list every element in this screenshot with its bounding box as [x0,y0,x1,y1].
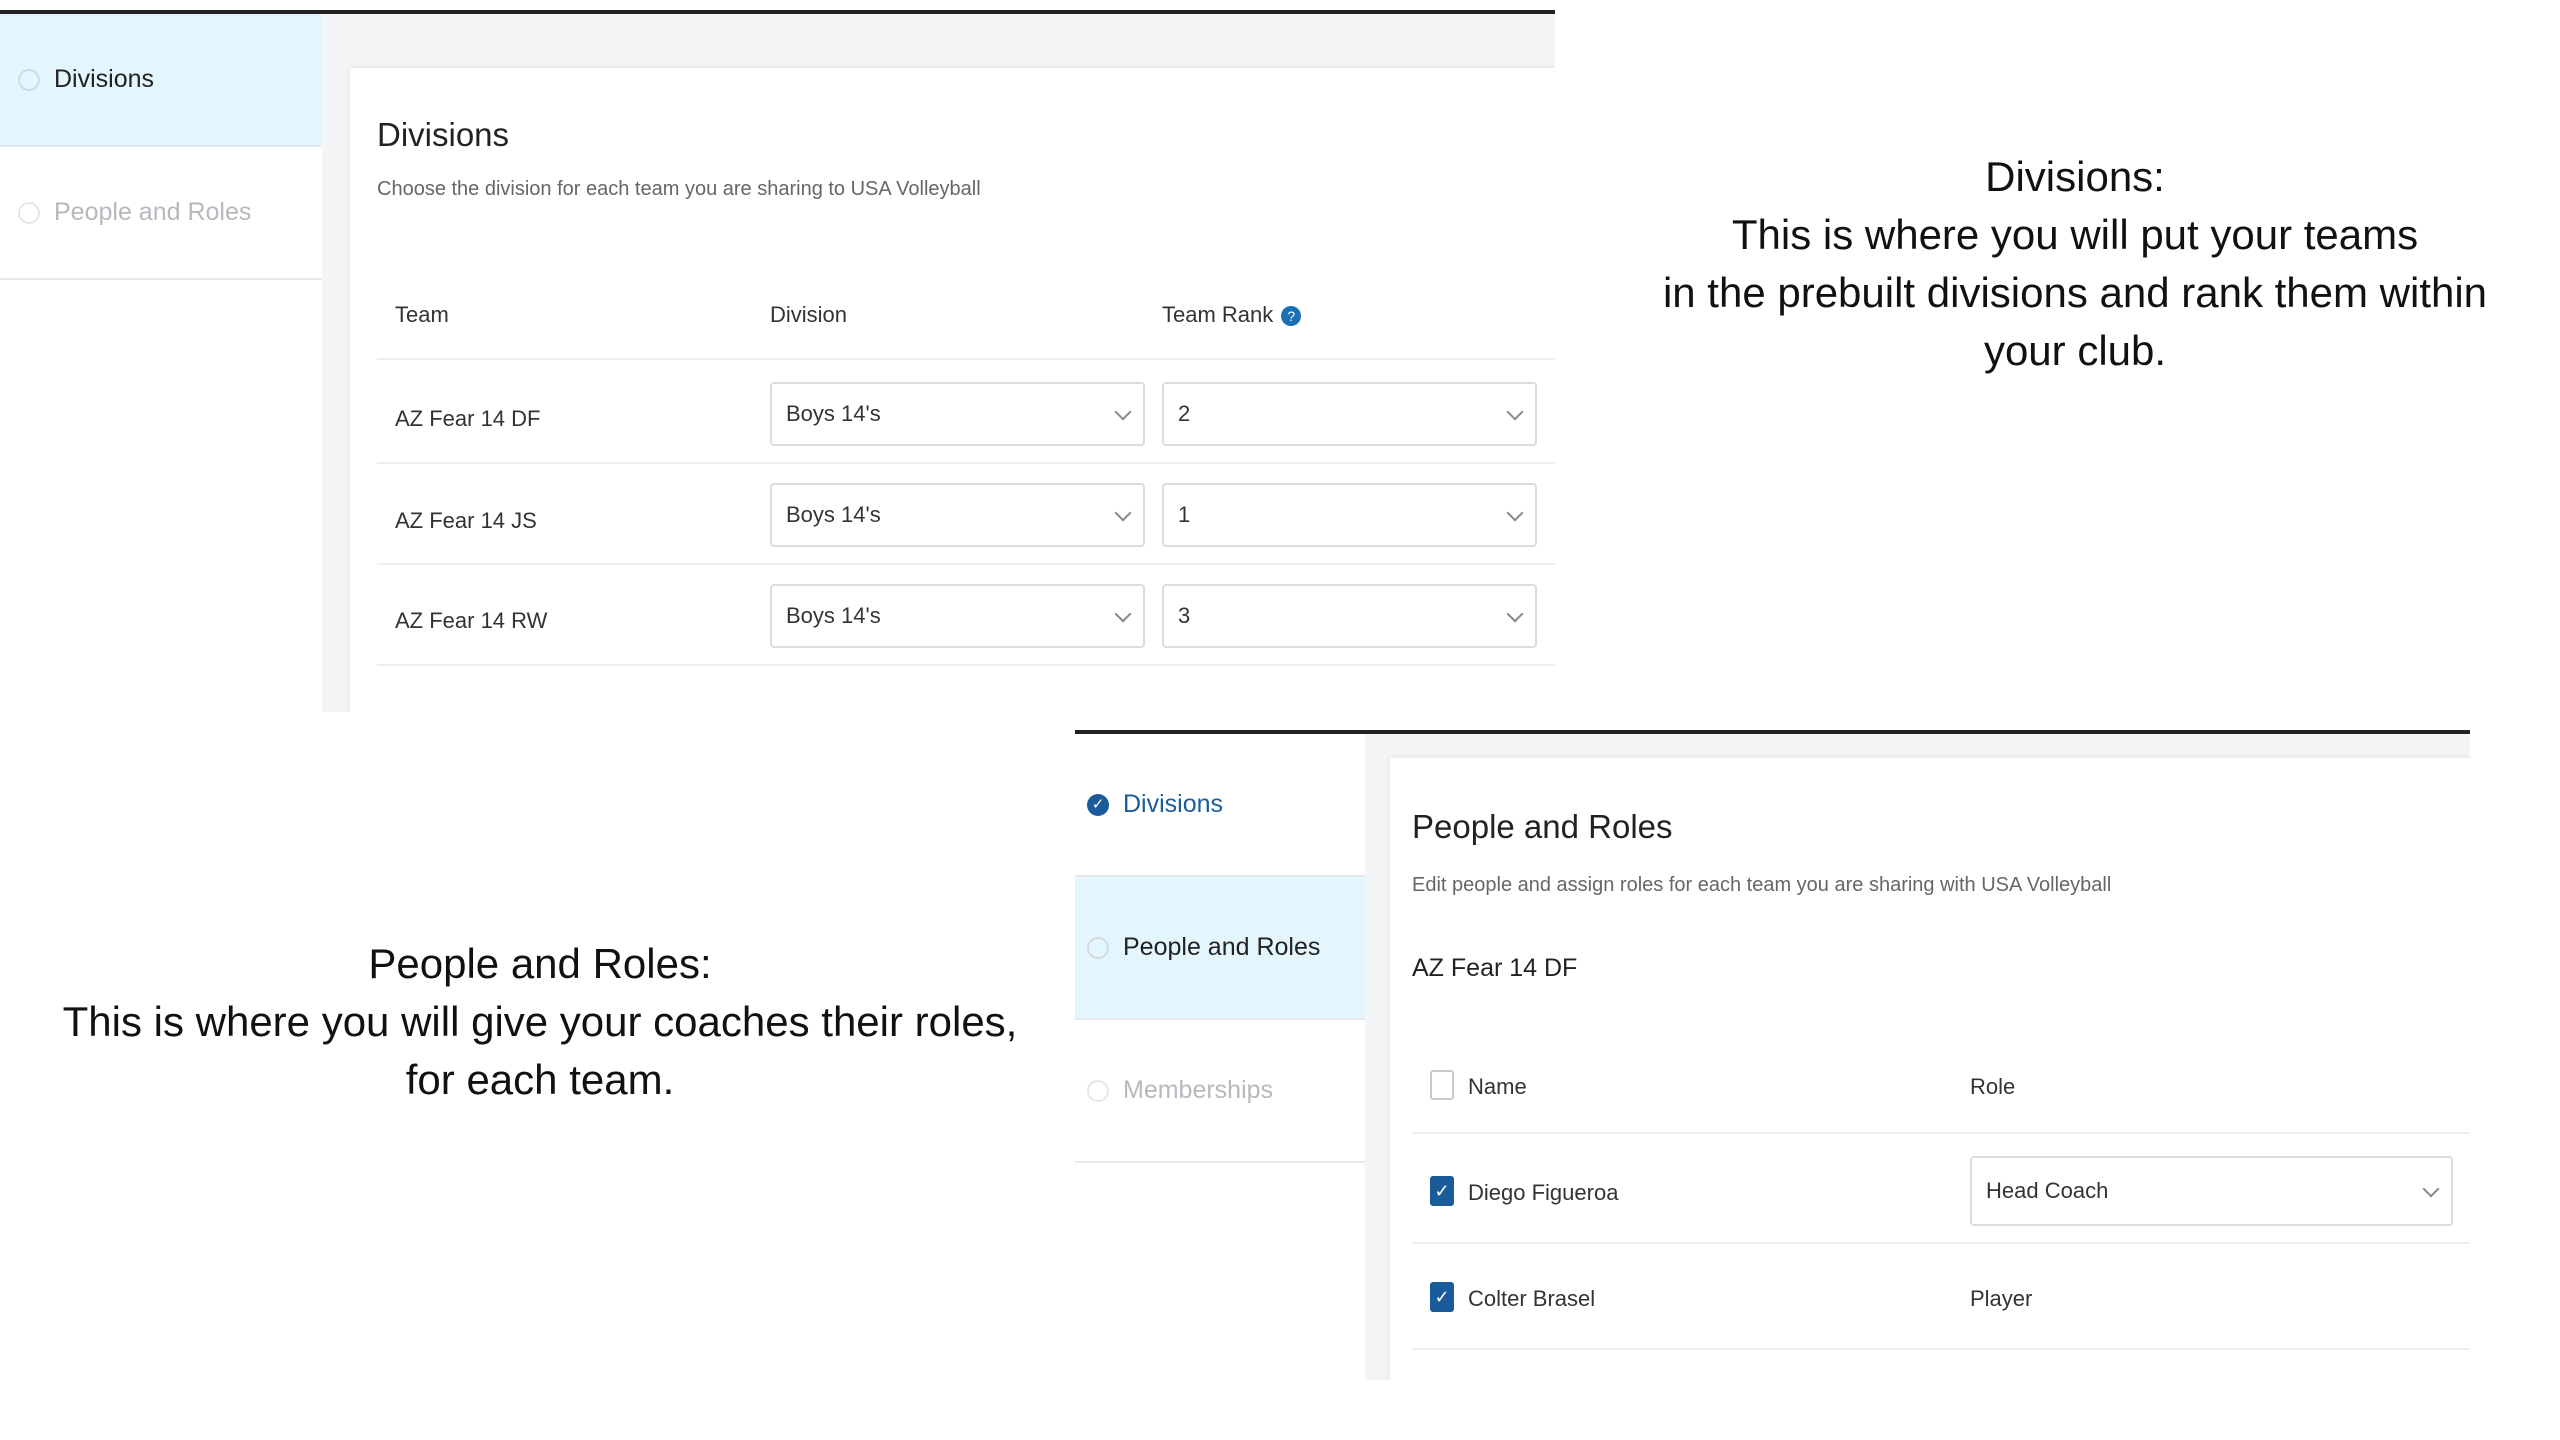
divisions-panel: Divisions Choose the division for each t… [350,68,1555,712]
annotation-line: for each team. [405,1056,675,1103]
division-select[interactable]: Boys 14's [770,584,1145,648]
people-stepper: ✓ Divisions People and Roles Memberships [1075,734,1365,1380]
row-divider [1412,1348,2470,1350]
column-header-role: Role [1970,1074,2016,1099]
step-label: Memberships [1123,1076,1274,1104]
annotation-line: your club. [1983,327,2167,374]
step-divisions[interactable]: ✓ Divisions [1075,734,1365,877]
annotation-line: This is where you will give your coaches… [62,998,1018,1045]
step-memberships[interactable]: Memberships [1075,1020,1365,1163]
step-people-and-roles[interactable]: People and Roles [1075,877,1365,1020]
team-rank-select[interactable]: 3 [1162,584,1537,648]
chevron-down-icon [1506,605,1524,623]
divisions-stepper: Divisions People and Roles [0,14,322,712]
chevron-down-icon [1114,605,1132,623]
team-name: AZ Fear 14 JS [395,508,537,533]
column-header-team-rank: Team Rank? [1162,302,1302,328]
row-divider [377,664,1555,666]
divisions-screenshot: Divisions People and Roles Divisions Cho… [0,10,1555,712]
step-circle-icon [1087,936,1109,959]
role-value: Head Coach [1986,1178,2109,1203]
people-screenshot: ✓ Divisions People and Roles Memberships… [1075,730,2470,1380]
team-rank-value: 2 [1178,401,1191,426]
annotation-line: People and Roles: [368,940,712,987]
step-label: People and Roles [1123,933,1321,961]
row-divider [1412,1132,2470,1134]
check-circle-icon: ✓ [1087,793,1109,816]
annotation-line: Divisions: [1985,153,2165,200]
step-label: Divisions [54,65,155,93]
chevron-down-icon [2422,1180,2440,1198]
team-rank-select[interactable]: 1 [1162,483,1537,547]
team-name: AZ Fear 14 RW [395,608,548,633]
row-divider [377,563,1555,565]
page-subtitle: Choose the division for each team you ar… [377,178,981,200]
chevron-down-icon [1506,403,1524,421]
step-label: People and Roles [54,198,252,226]
person-checkbox[interactable]: ✓ [1430,1176,1454,1206]
team-name: AZ Fear 14 DF [395,406,541,431]
team-rank-value: 1 [1178,502,1191,527]
page-subtitle: Edit people and assign roles for each te… [1412,874,2112,896]
people-annotation: People and Roles: This is where you will… [20,935,1060,1109]
column-header-team: Team [395,302,449,327]
person-name: Diego Figueroa [1468,1180,1619,1205]
step-circle-icon [18,68,40,91]
row-divider [377,462,1555,464]
step-divisions[interactable]: Divisions [0,14,322,147]
row-divider [377,358,1555,360]
step-label: Divisions [1123,790,1224,818]
person-checkbox[interactable]: ✓ [1430,1282,1454,1312]
team-rank-select[interactable]: 2 [1162,382,1537,446]
division-value: Boys 14's [786,401,881,426]
select-all-checkbox[interactable] [1430,1070,1454,1100]
annotation-line: in the prebuilt divisions and rank them … [1662,269,2488,316]
division-value: Boys 14's [786,502,881,527]
divisions-annotation: Divisions: This is where you will put yo… [1610,148,2540,380]
team-rank-label: Team Rank [1162,302,1274,327]
division-select[interactable]: Boys 14's [770,483,1145,547]
person-name: Colter Brasel [1468,1286,1596,1311]
chevron-down-icon [1506,504,1524,522]
page-title: Divisions [377,116,510,153]
chevron-down-icon [1114,403,1132,421]
question-icon[interactable]: ? [1281,306,1302,327]
role-value: Player [1970,1286,2033,1311]
step-people-and-roles[interactable]: People and Roles [0,147,322,280]
column-header-name: Name [1468,1074,1527,1099]
annotation-line: This is where you will put your teams [1731,211,2419,258]
division-select[interactable]: Boys 14's [770,382,1145,446]
step-circle-icon [18,201,40,224]
chevron-down-icon [1114,504,1132,522]
team-name: AZ Fear 14 DF [1412,954,1578,982]
people-panel: People and Roles Edit people and assign … [1390,758,2470,1380]
page-title: People and Roles [1412,808,1673,845]
division-value: Boys 14's [786,603,881,628]
step-circle-icon [1087,1079,1109,1102]
role-select[interactable]: Head Coach [1970,1156,2453,1226]
column-header-division: Division [770,302,848,327]
team-rank-value: 3 [1178,603,1191,628]
row-divider [1412,1242,2470,1244]
